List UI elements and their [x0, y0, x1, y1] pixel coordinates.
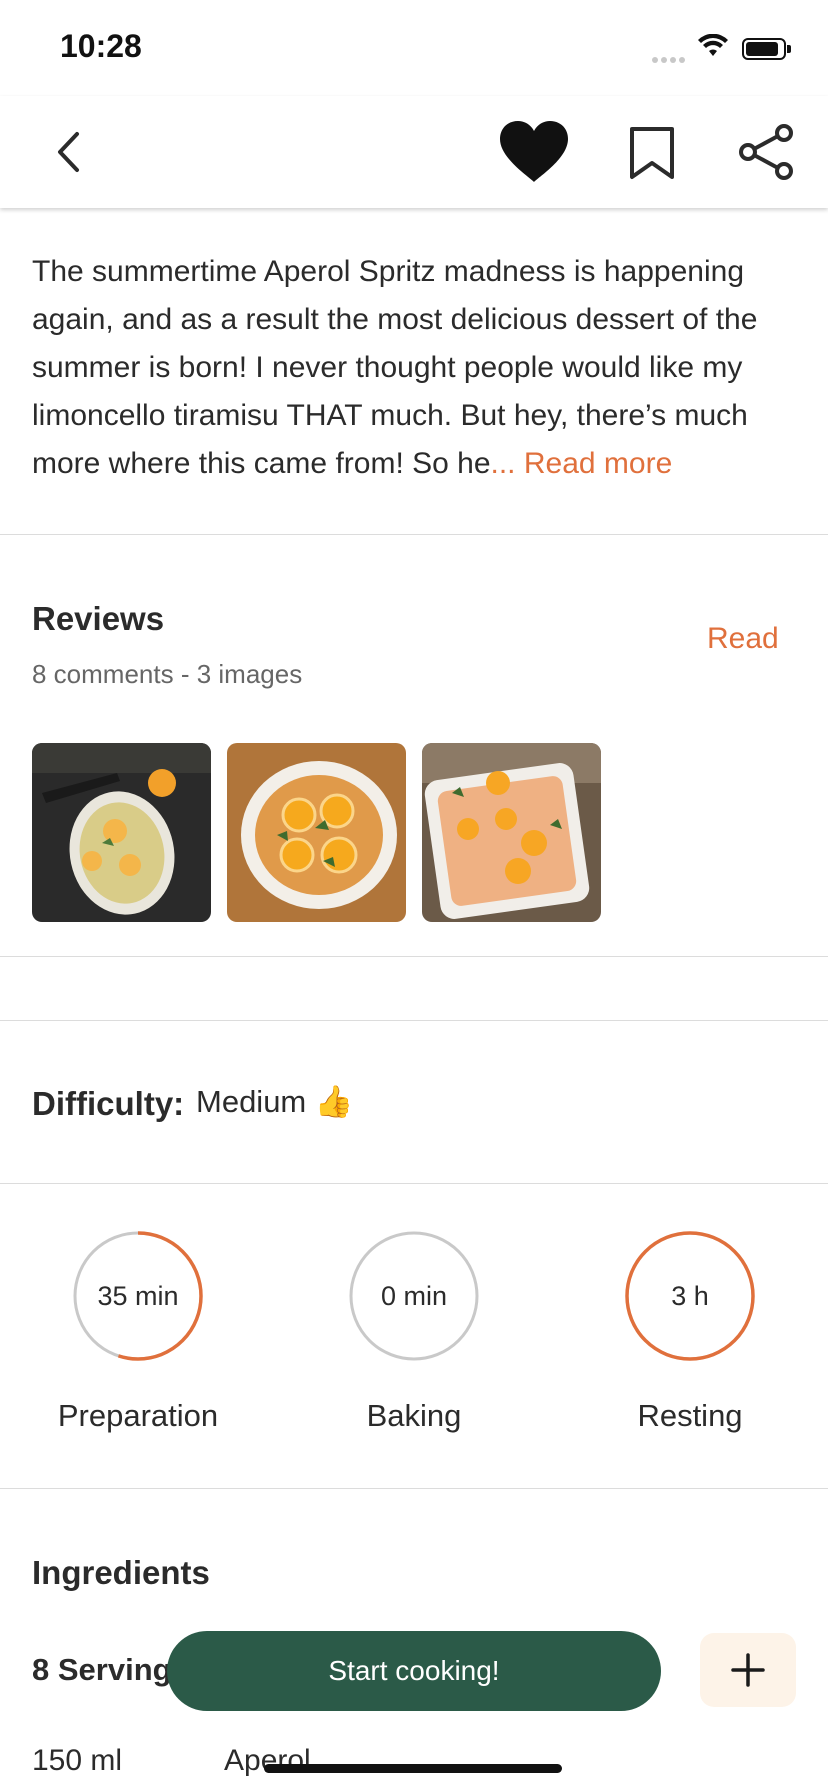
bookmark-button[interactable] — [622, 118, 682, 188]
reviews-subtitle: 8 comments - 3 images — [32, 659, 303, 689]
ingredients-title: Ingredients — [32, 1554, 210, 1591]
divider — [0, 1183, 828, 1184]
read-more-link[interactable]: Read more — [524, 447, 672, 480]
divider — [0, 1020, 828, 1021]
review-image-1[interactable] — [32, 743, 211, 922]
baking-label: Baking — [366, 1398, 462, 1433]
share-button[interactable] — [730, 116, 802, 188]
wifi-icon — [697, 33, 729, 63]
difficulty-value: Medium 👍 — [196, 1084, 354, 1119]
like-button[interactable] — [494, 116, 574, 188]
divider — [0, 1488, 828, 1489]
divider — [0, 956, 828, 957]
start-cooking-button[interactable]: Start cooking! — [167, 1631, 661, 1711]
preparation-time: 35 min — [97, 1281, 179, 1311]
description-ellipsis: ... — [490, 447, 516, 480]
review-image-2[interactable] — [227, 743, 406, 922]
recipe-description: The summertime Aperol Spritz madness is … — [32, 248, 802, 488]
cellular-signal-icon — [652, 50, 690, 63]
heart-filled-icon — [500, 121, 568, 182]
preparation-label: Preparation — [57, 1398, 219, 1433]
top-toolbar — [0, 96, 828, 208]
back-button[interactable] — [40, 120, 96, 184]
chevron-left-icon — [58, 132, 79, 172]
battery-icon — [742, 38, 791, 60]
share-icon — [739, 124, 793, 180]
home-indicator — [264, 1764, 562, 1773]
review-image-3[interactable] — [422, 743, 601, 922]
add-button[interactable] — [700, 1633, 796, 1707]
status-time: 10:28 — [60, 28, 142, 64]
resting-time: 3 h — [671, 1281, 709, 1311]
servings-count: 8 Servings — [32, 1652, 189, 1687]
difficulty-label: Difficulty: — [32, 1085, 185, 1122]
resting-label: Resting — [637, 1398, 743, 1433]
reviews-read-link[interactable]: Read — [707, 622, 779, 656]
baking-time: 0 min — [380, 1281, 448, 1311]
divider — [0, 534, 828, 535]
bookmark-icon — [630, 127, 674, 179]
ingredient-quantity: 150 ml — [32, 1744, 123, 1777]
reviews-title: Reviews — [32, 600, 165, 637]
plus-icon — [731, 1653, 765, 1687]
thumbs-up-icon: 👍 — [314, 1084, 354, 1119]
